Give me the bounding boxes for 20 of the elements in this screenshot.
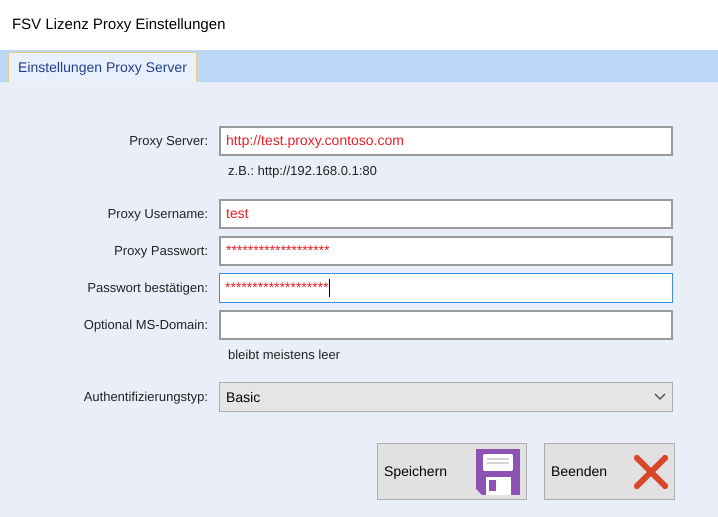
field-label: Passwort bestätigen: <box>86 278 209 297</box>
field-label: Authentifizierungstyp: <box>82 388 209 406</box>
close-icon <box>634 454 668 488</box>
window-title: FSV Lizenz Proxy Einstellungen <box>12 14 226 35</box>
field-label: Optional MS-Domain: <box>82 316 209 334</box>
field-label: Proxy Passwort: <box>113 242 209 260</box>
input-field[interactable]: ******************* <box>219 236 673 266</box>
input-field[interactable]: ******************* <box>219 272 673 302</box>
save-button[interactable]: Speichern <box>377 443 527 500</box>
field-label: Proxy Server: <box>128 132 209 150</box>
input-field[interactable] <box>219 310 673 340</box>
input-field[interactable]: test <box>219 198 673 228</box>
close-button[interactable]: Beenden <box>544 443 675 500</box>
tab[interactable]: Einstellungen Proxy Server <box>8 52 197 82</box>
hint-text: bleibt meistens leer <box>228 346 340 364</box>
input-field[interactable]: http://test.proxy.contoso.com <box>219 126 673 156</box>
hint-text: z.B.: http://192.168.0.1:80 <box>228 162 377 180</box>
field-label: Proxy Username: <box>106 204 209 223</box>
dropdown[interactable]: Basic <box>219 382 673 412</box>
chevron-down-icon <box>654 393 666 401</box>
